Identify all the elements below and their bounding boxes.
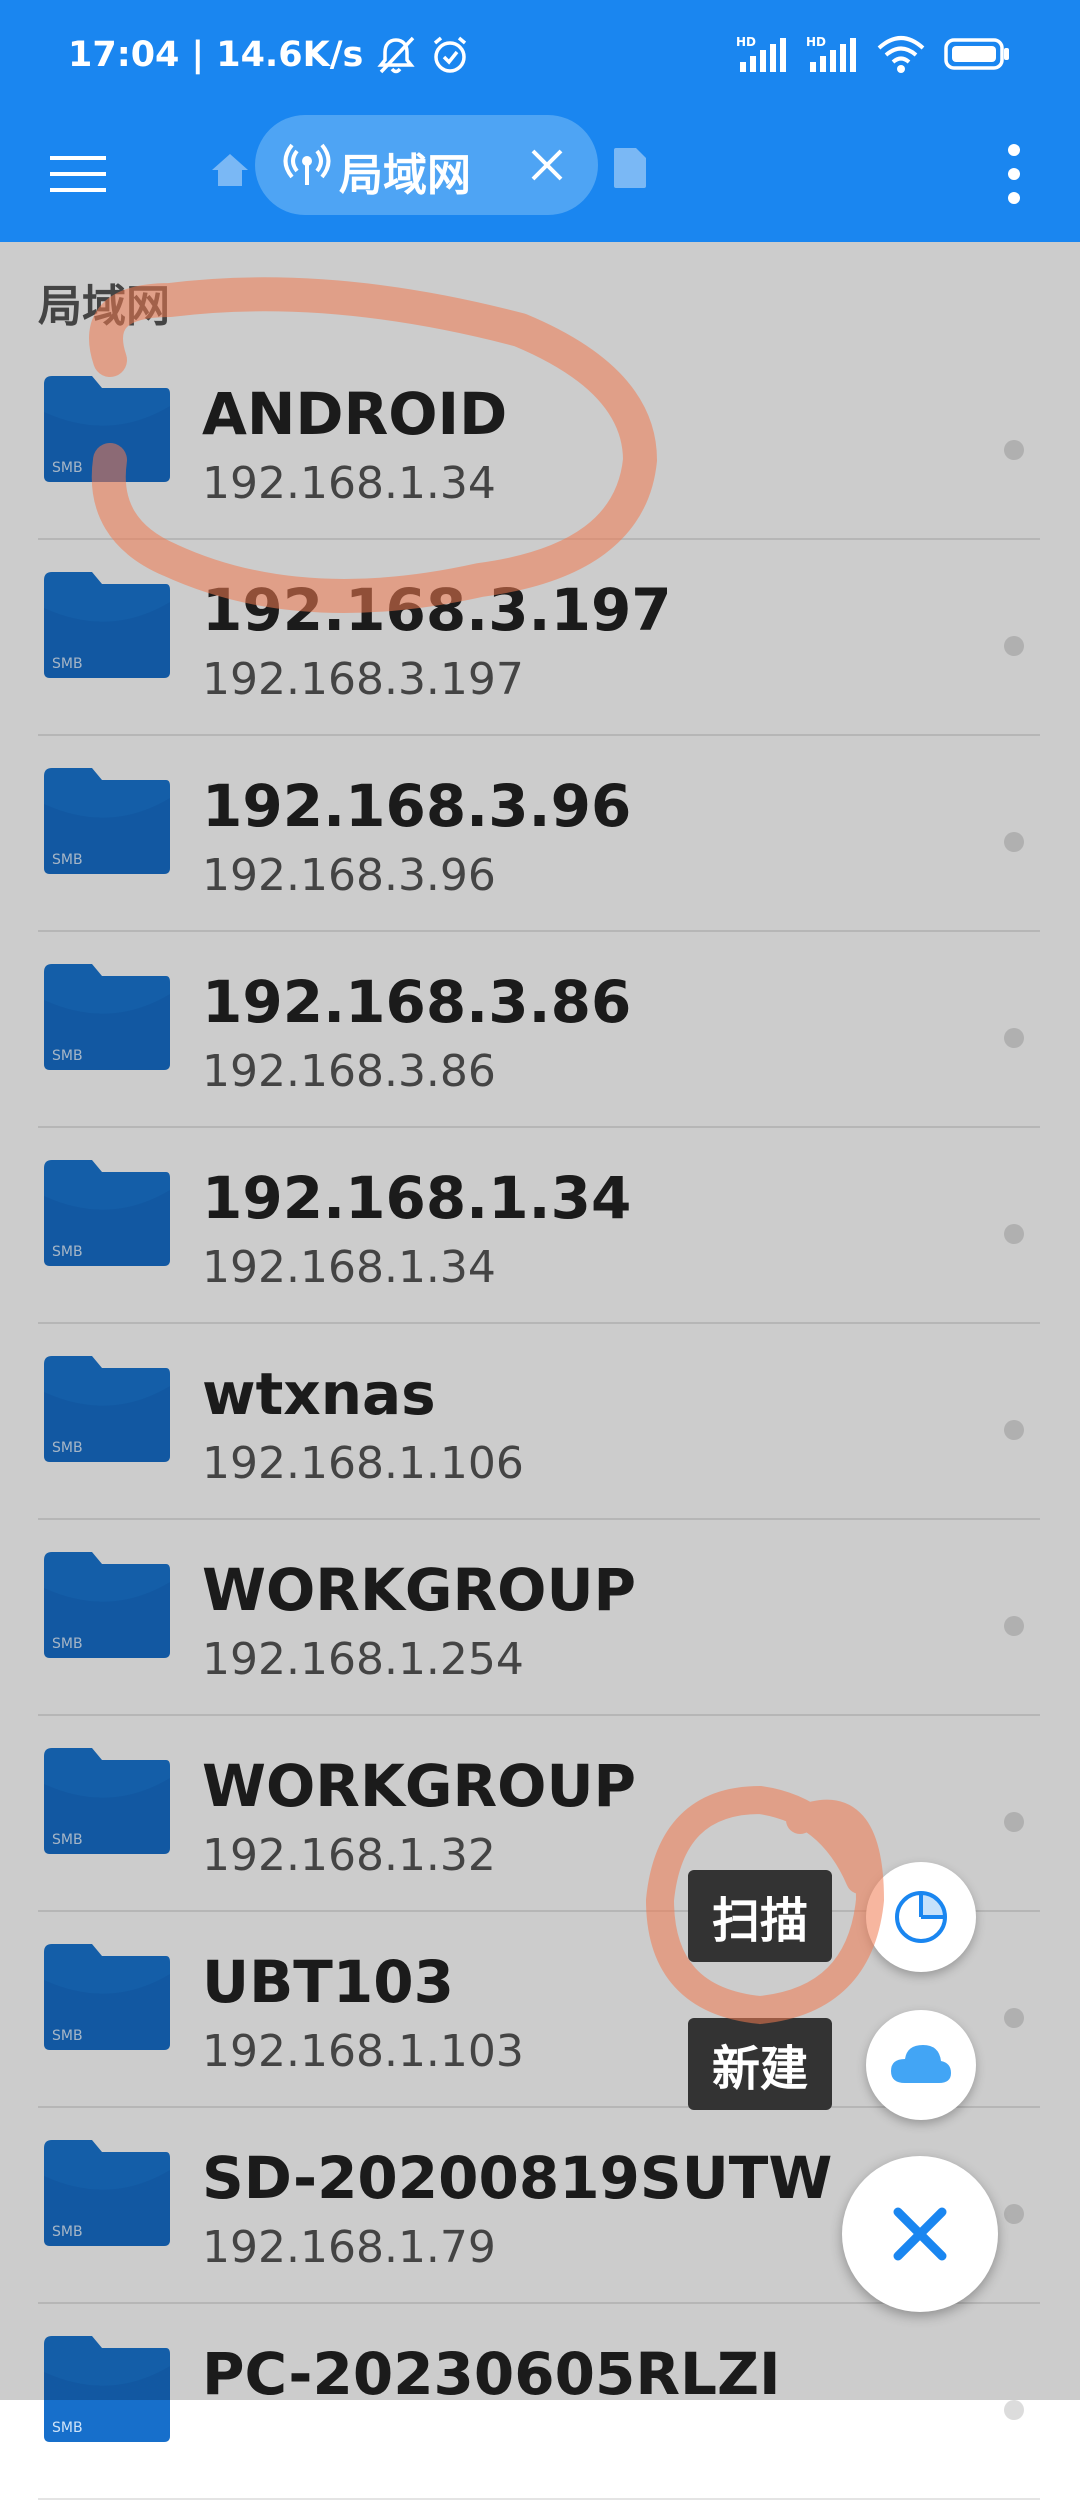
alarm-icon: [434, 36, 467, 73]
status-left: 17:04 | 14.6K/s: [68, 34, 471, 76]
battery-icon: [944, 38, 1009, 70]
toolbar: 局域网: [0, 112, 1080, 242]
svg-text:HD: HD: [806, 35, 826, 49]
scan-button[interactable]: [866, 1862, 976, 1972]
close-icon[interactable]: [525, 143, 569, 187]
new-label[interactable]: 新建: [688, 2018, 833, 2110]
close-icon: [893, 2207, 947, 2261]
network-antenna-icon: [283, 143, 331, 185]
new-button[interactable]: [866, 2010, 976, 2120]
status-separator: |: [191, 35, 205, 75]
more-vertical-icon[interactable]: [994, 138, 1034, 210]
close-fab-button[interactable]: [842, 2156, 998, 2312]
scan-progress-icon: [895, 1891, 947, 1943]
status-net-speed: 14.6K/s: [216, 35, 364, 75]
signal-hd-icon: HD: [806, 35, 856, 72]
wifi-icon: [877, 36, 925, 73]
status-time: 17:04: [68, 35, 180, 75]
status-dot: [1004, 2400, 1024, 2420]
app-bar: 17:04 | 14.6K/s HD HD 局域网: [0, 0, 1080, 242]
file-icon[interactable]: [612, 146, 648, 190]
smb-badge: SMB: [52, 2420, 83, 2436]
tab-lan-label: 局域网: [339, 150, 471, 201]
scan-label[interactable]: 扫描: [688, 1870, 833, 1962]
hamburger-menu-icon[interactable]: [46, 142, 110, 206]
status-bar: 17:04 | 14.6K/s HD HD: [0, 0, 1080, 120]
cloud-icon: [891, 2045, 951, 2083]
mute-icon: [377, 36, 415, 74]
status-right: HD HD: [736, 34, 1010, 74]
home-icon[interactable]: [206, 146, 254, 194]
signal-hd-icon: HD: [736, 35, 786, 72]
tab-lan[interactable]: 局域网: [255, 115, 598, 215]
svg-text:HD: HD: [736, 35, 756, 49]
